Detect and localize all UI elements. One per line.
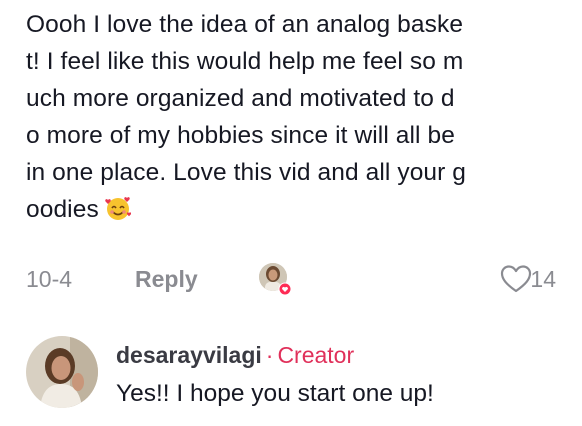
like-count: 14	[530, 266, 556, 292]
comment-meta: 10-4 Reply 14	[26, 262, 556, 296]
comment-line: o more of my hobbies since it will all b…	[26, 122, 455, 149]
reply-author-name[interactable]: desarayvilagi	[116, 342, 262, 368]
separator-dot: ·	[265, 342, 274, 368]
comment-line: t! I feel like this would help me feel s…	[26, 48, 464, 75]
reply-author-line: desarayvilagi · Creator	[116, 342, 354, 369]
comment-body: Oooh I love the idea of an analog baske …	[26, 6, 566, 228]
reply-comment: desarayvilagi · Creator Yes!! I hope you s…	[26, 336, 566, 426]
comment-line: Oooh I love the idea of an analog baske	[26, 11, 464, 38]
reply-button[interactable]: Reply	[135, 266, 198, 293]
avatar[interactable]	[26, 336, 98, 408]
creator-badge: Creator	[277, 342, 355, 368]
comment-line-last: oodies	[26, 191, 566, 228]
comment-line-text: oodies	[26, 196, 99, 223]
smiling-face-with-hearts-icon	[105, 197, 131, 220]
creator-liked-avatar	[259, 263, 292, 296]
comment-date: 10-4	[26, 266, 73, 292]
comment-line: in one place. Love this vid and all your…	[26, 159, 467, 186]
reply-text: Yes!! I hope you start one up!	[116, 380, 434, 407]
comment-line: uch more organized and motivated to d	[26, 85, 455, 112]
heart-outline-icon[interactable]	[500, 264, 532, 294]
